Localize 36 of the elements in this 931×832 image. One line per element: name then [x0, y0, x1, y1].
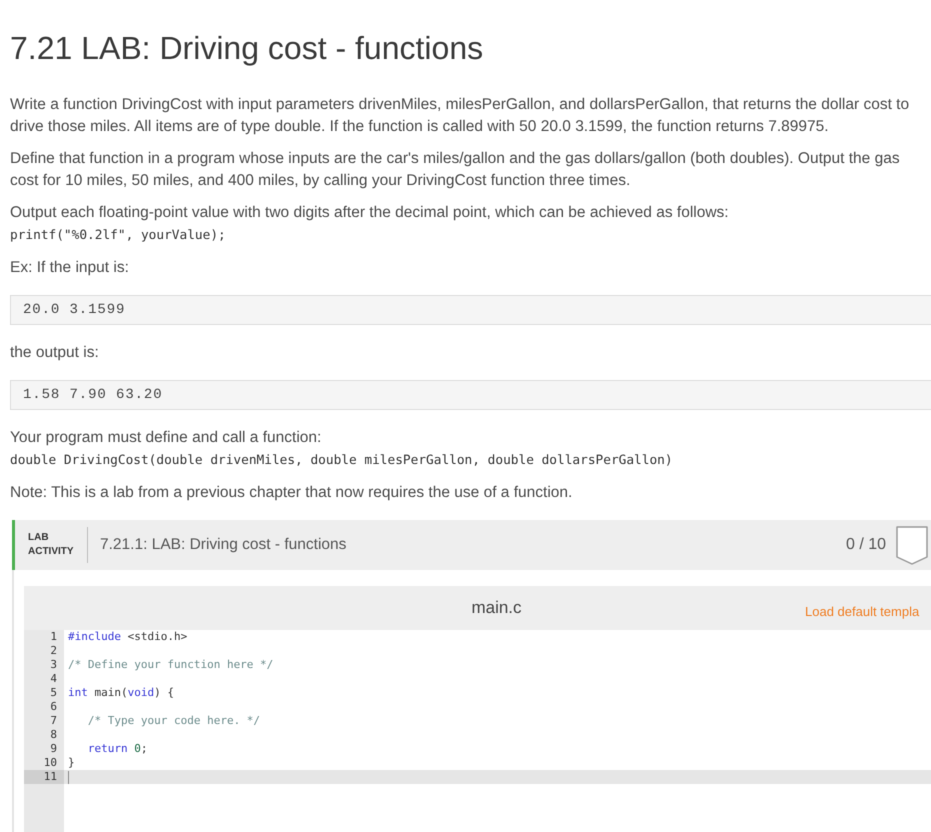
code-line: /* Type your code here. */ [86, 714, 262, 728]
paragraph: Note: This is a lab from a previous chapter that now requires the use of a function. [10, 483, 574, 503]
paragraph: Your program must define and call a function: [10, 428, 322, 448]
line-number: 8 [49, 728, 58, 742]
code-line: return 0; [86, 742, 148, 756]
file-name: main.c [471, 598, 522, 618]
load-template-link[interactable]: Load default templa [805, 604, 920, 619]
line-number: 4 [49, 672, 58, 686]
code-snippet: double DrivingCost(double drivenMiles, double milesPerGallon, double dollarsPerGallon) [10, 452, 673, 470]
lab-title: 7.21.1: LAB: Driving cost - functions [100, 536, 348, 554]
line-number: 6 [49, 700, 58, 714]
code-snippet: printf("%0.2lf", yourValue); [10, 227, 226, 245]
code-line: #include <stdio.h> [67, 630, 188, 644]
text-cursor [68, 770, 69, 784]
paragraph: Output each floating-point value with two digits after the decimal point, which can be achieved as follows: [10, 203, 730, 223]
page-title: 7.21 LAB: Driving cost - functions [10, 29, 484, 68]
line-number: 2 [49, 644, 58, 658]
code-line: /* Define your function here */ [67, 658, 274, 672]
line-number: 1 [49, 630, 58, 644]
line-number: 11 [24, 770, 64, 784]
paragraph: Ex: If the input is: [10, 258, 130, 278]
paragraph: Write a function DrivingCost with input parameters drivenMiles, milesPerGallon, and dollarsPerGallon, that returns the dollar cost to drive those miles. All items are of type double. If the function is called with 50 20.0 3.1599, the function returns 7.89975. [10, 95, 910, 137]
line-number: 10 [42, 756, 58, 770]
line-number: 5 [49, 686, 58, 700]
line-number: 3 [49, 658, 58, 672]
code-line: } [67, 756, 76, 770]
score-text: 0 / 10 [846, 536, 886, 554]
paragraph: the output is: [10, 343, 100, 363]
line-number: 9 [49, 742, 58, 756]
sample-text-box: 1.58 7.90 63.20 [10, 380, 931, 410]
line-number: 7 [49, 714, 58, 728]
code-line: int main(void) { [67, 686, 175, 700]
shield-icon [896, 526, 928, 564]
lab-activity-label: LAB ACTIVITY [28, 531, 75, 559]
sample-text-box: 20.0 3.1599 [10, 295, 931, 325]
paragraph: Define that function in a program whose inputs are the car's miles/gallon and the gas dollars/gallon (both doubles). Output the gas cost for 10 miles, 50 miles, and 400 miles, by calling your DrivingCost function three times. [10, 149, 901, 191]
